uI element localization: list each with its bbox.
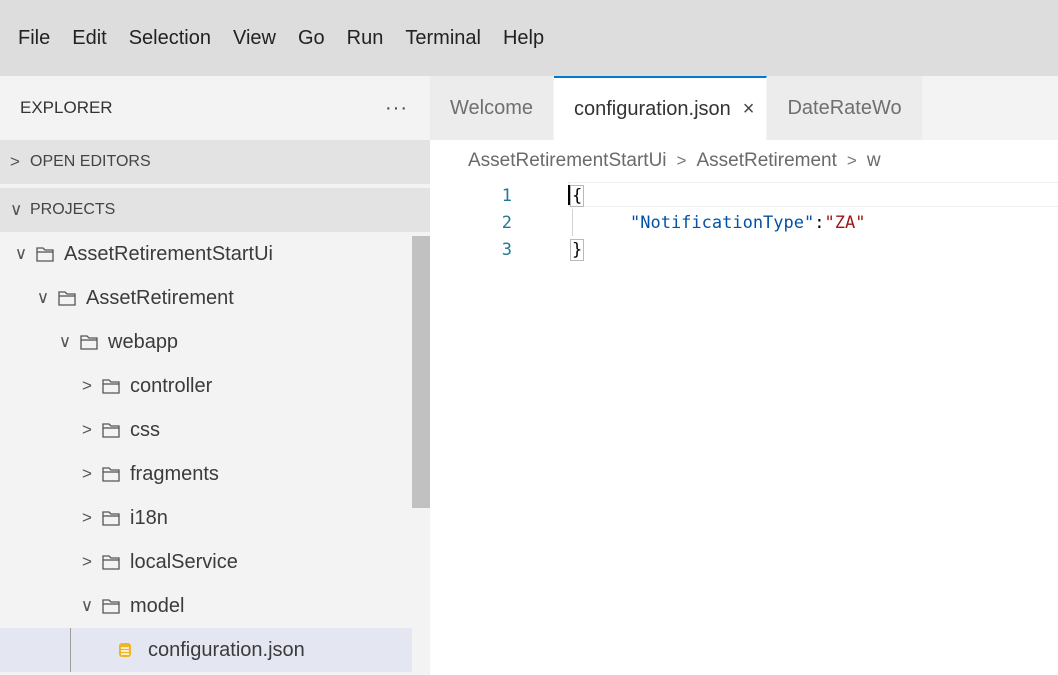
json-key: "NotificationType" — [630, 212, 815, 233]
section-projects-label: PROJECTS — [30, 201, 116, 218]
chevron-right-icon: > — [10, 152, 20, 171]
tree-item-label: fragments — [130, 462, 219, 485]
explorer-sidebar: EXPLORER ··· > OPEN EDITORS ∨ PROJECTS ∨… — [0, 76, 430, 675]
line-number: 2 — [501, 212, 512, 233]
menu-terminal[interactable]: Terminal — [405, 27, 481, 50]
tree-item-fragments[interactable]: > fragments — [0, 452, 430, 496]
menu-view[interactable]: View — [233, 27, 276, 50]
tree-item-label: AssetRetirement — [86, 286, 234, 309]
tree-item-label: AssetRetirementStartUi — [64, 242, 273, 265]
indent-guide — [70, 628, 71, 672]
close-icon[interactable]: × — [743, 98, 755, 121]
menu-run[interactable]: Run — [347, 27, 384, 50]
section-open-editors-label: OPEN EDITORS — [30, 153, 151, 170]
chevron-down-icon: ∨ — [58, 332, 72, 351]
tab-welcome[interactable]: Welcome — [430, 76, 554, 140]
chevron-down-icon: ∨ — [14, 244, 28, 263]
folder-icon — [36, 247, 54, 262]
chevron-right-icon: > — [82, 376, 92, 395]
tree-item-label: i18n — [130, 506, 168, 529]
menu-go[interactable]: Go — [298, 27, 325, 50]
folder-icon — [102, 555, 120, 570]
menu-selection[interactable]: Selection — [129, 27, 211, 50]
tree-item-localservice[interactable]: > localService — [0, 540, 430, 584]
tree-item-configuration-json[interactable]: configuration.json — [0, 628, 412, 672]
current-line-highlight — [568, 182, 1058, 207]
line-content: "NotificationType":"ZA" — [630, 213, 865, 233]
tab-label: DateRateWo — [787, 96, 902, 119]
code-editor[interactable]: 1 { 2 "NotificationType":"ZA" 3 } — [430, 182, 1058, 263]
editor-area: Welcome configuration.json × DateRateWo … — [430, 76, 1058, 675]
tree-item-label: css — [130, 418, 160, 441]
line-content: } — [570, 238, 585, 261]
breadcrumb-item[interactable]: AssetRetirement — [696, 150, 836, 172]
tab-configuration-json[interactable]: configuration.json × — [554, 76, 768, 140]
tree-item-label: configuration.json — [148, 638, 305, 661]
tab-label: Welcome — [450, 96, 533, 119]
tree-item-label: webapp — [108, 330, 179, 353]
menu-file[interactable]: File — [18, 27, 50, 50]
tree-item-webapp[interactable]: ∨ webapp — [0, 320, 430, 364]
chevron-right-icon: > — [82, 508, 92, 527]
explorer-title: EXPLORER — [20, 98, 113, 117]
line-number: 3 — [501, 239, 512, 260]
text-cursor — [568, 185, 570, 205]
menu-edit[interactable]: Edit — [72, 27, 106, 50]
tree-item-label: model — [130, 594, 185, 617]
folder-icon — [58, 291, 76, 306]
breadcrumb: AssetRetirementStartUi > AssetRetirement… — [430, 140, 1058, 182]
menu-help[interactable]: Help — [503, 27, 544, 50]
code-line[interactable]: 3 } — [430, 236, 1058, 263]
chevron-right-icon: > — [82, 552, 92, 571]
close-brace: } — [570, 238, 585, 261]
open-brace: { — [570, 184, 585, 207]
menu-bar: File Edit Selection View Go Run Terminal… — [0, 0, 1058, 76]
chevron-down-icon: ∨ — [10, 200, 23, 219]
code-line[interactable]: 2 "NotificationType":"ZA" — [430, 209, 1058, 236]
section-projects[interactable]: ∨ PROJECTS — [0, 188, 430, 232]
folder-icon — [102, 379, 120, 394]
sidebar-scrollbar[interactable] — [412, 236, 430, 508]
folder-icon — [102, 423, 120, 438]
more-actions-icon[interactable]: ··· — [385, 97, 408, 120]
chevron-right-icon: > — [676, 151, 687, 170]
explorer-header: EXPLORER ··· — [0, 76, 430, 140]
code-line[interactable]: 1 { — [430, 182, 1058, 209]
chevron-right-icon: > — [82, 464, 92, 483]
chevron-down-icon: ∨ — [36, 288, 50, 307]
breadcrumb-item[interactable]: w — [867, 150, 881, 172]
section-open-editors[interactable]: > OPEN EDITORS — [0, 140, 430, 184]
tree-item-model[interactable]: ∨ model — [0, 584, 430, 628]
tree-item-assetretirementstartui[interactable]: ∨ AssetRetirementStartUi — [0, 232, 430, 276]
tree-item-assetretirement[interactable]: ∨ AssetRetirement — [0, 276, 430, 320]
json-colon: : — [814, 212, 825, 233]
tab-dateratewo[interactable]: DateRateWo — [767, 76, 923, 140]
line-number: 1 — [501, 185, 512, 206]
chevron-right-icon: > — [82, 420, 92, 439]
folder-icon — [102, 599, 120, 614]
folder-icon — [80, 335, 98, 350]
file-tree: ∨ AssetRetirementStartUi ∨ AssetRetireme… — [0, 232, 430, 672]
folder-icon — [102, 467, 120, 482]
tree-item-i18n[interactable]: > i18n — [0, 496, 430, 540]
chevron-down-icon: ∨ — [80, 596, 94, 615]
breadcrumb-item[interactable]: AssetRetirementStartUi — [468, 150, 667, 172]
line-content: { — [570, 184, 585, 207]
tree-item-css[interactable]: > css — [0, 408, 430, 452]
json-file-icon — [119, 643, 131, 657]
tree-item-controller[interactable]: > controller — [0, 364, 430, 408]
json-value: "ZA" — [824, 212, 866, 233]
tree-item-label: controller — [130, 374, 213, 397]
chevron-right-icon: > — [846, 151, 857, 170]
editor-tabs: Welcome configuration.json × DateRateWo — [430, 76, 1058, 140]
tree-item-label: localService — [130, 550, 238, 573]
tab-label: configuration.json — [574, 97, 731, 120]
folder-icon — [102, 511, 120, 526]
